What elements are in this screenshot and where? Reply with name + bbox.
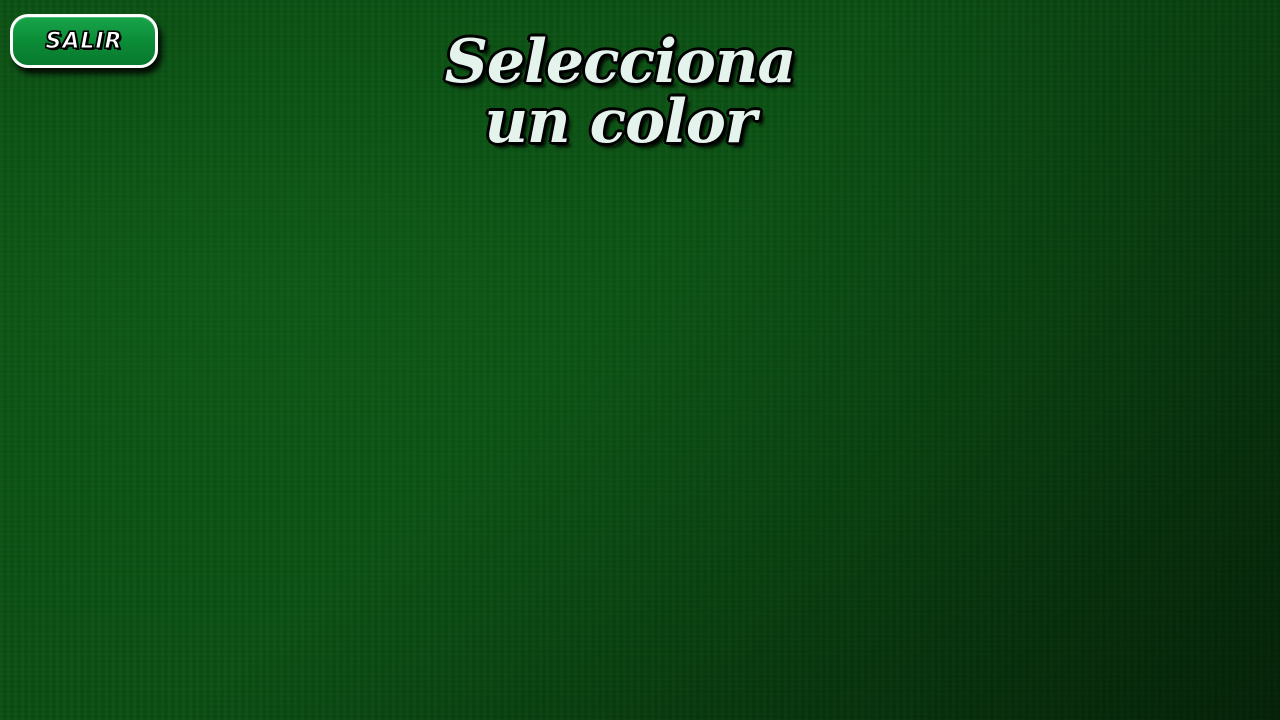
game-screen: SALIR Selecciona un color [0,0,1280,720]
title-line-2: un color [484,87,756,157]
exit-button-label: SALIR [45,28,123,54]
title-line-1: Selecciona [444,27,797,97]
exit-button[interactable]: SALIR [10,14,158,68]
screen-title: Selecciona un color [340,32,900,152]
